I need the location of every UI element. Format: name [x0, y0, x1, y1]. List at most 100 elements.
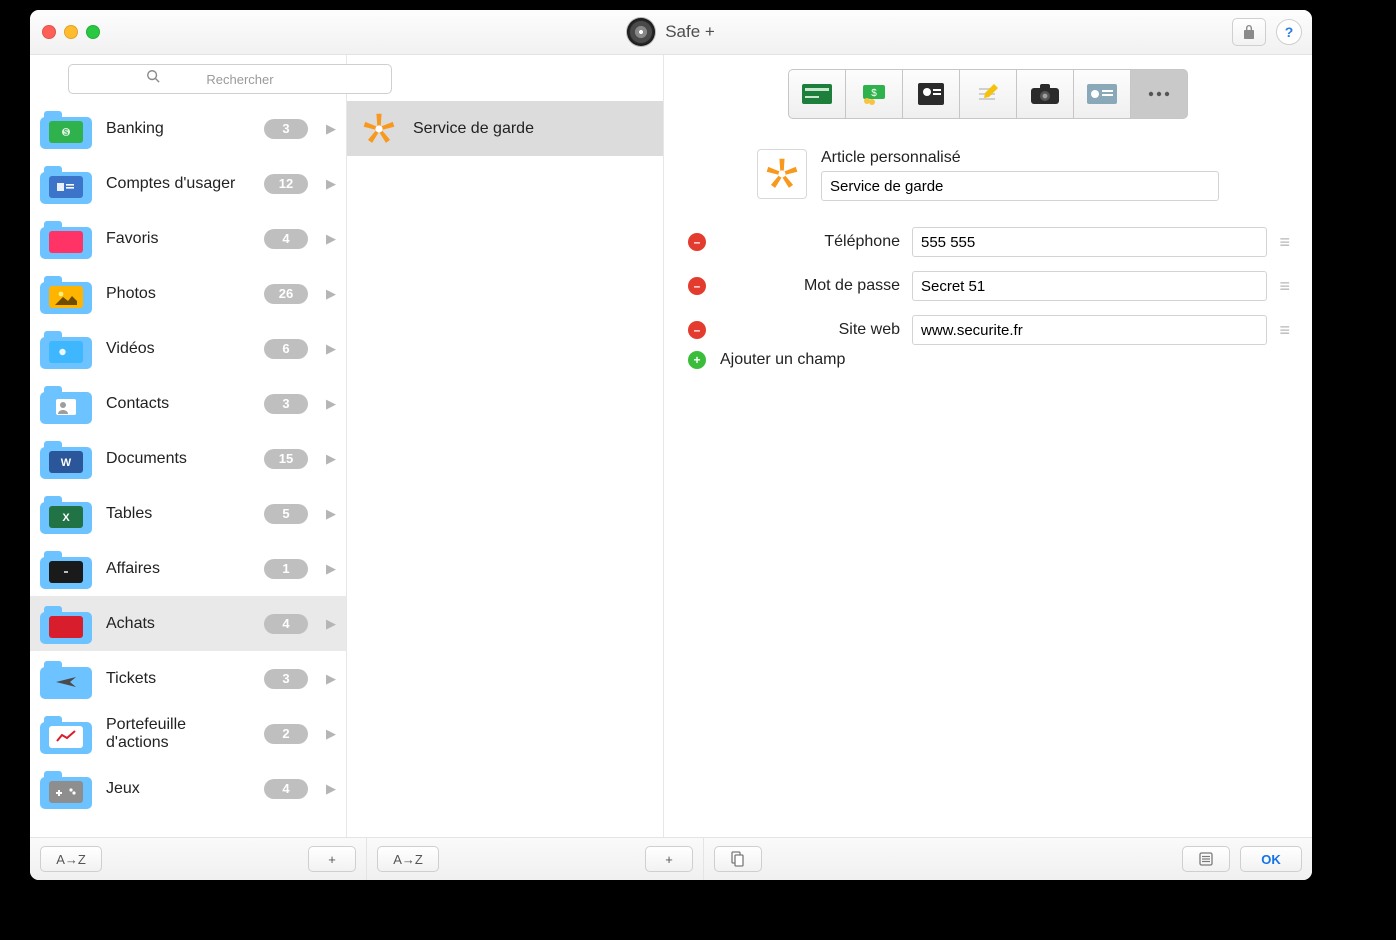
- sidebar-item-count: 3: [264, 119, 308, 139]
- credit-card-icon: [802, 84, 832, 104]
- folder-icon: [40, 164, 92, 204]
- entry-type-label: Article personnalisé: [821, 149, 1219, 167]
- more-icon: [1147, 90, 1171, 98]
- close-window-button[interactable]: [42, 25, 56, 39]
- type-tab-bank[interactable]: $: [845, 69, 903, 119]
- svg-text:W: W: [61, 457, 72, 469]
- sidebar-item-shopping[interactable]: Achats 4 ▶: [30, 596, 346, 651]
- sidebar-add-button[interactable]: +: [308, 846, 356, 872]
- sidebar-item-portfolio[interactable]: Portefeuille d'actions 2 ▶: [30, 706, 346, 761]
- folder-icon: [40, 769, 92, 809]
- field-value-input[interactable]: [912, 315, 1267, 345]
- id-icon: [1087, 84, 1117, 104]
- list-add-button[interactable]: +: [645, 846, 693, 872]
- drag-handle-icon[interactable]: ≡: [1279, 320, 1288, 341]
- sidebar-item-label: Photos: [106, 285, 250, 303]
- sidebar-sort-button[interactable]: A→Z: [40, 846, 102, 872]
- list-item[interactable]: Service de garde: [347, 101, 663, 156]
- add-field-button[interactable]: +: [688, 351, 706, 369]
- field-row: – Mot de passe ≡: [688, 271, 1288, 301]
- remove-field-button[interactable]: –: [688, 233, 706, 251]
- sidebar-item-count: 5: [264, 504, 308, 524]
- ok-button[interactable]: OK: [1240, 846, 1302, 872]
- sidebar-item-accounts[interactable]: Comptes d'usager 12 ▶: [30, 156, 346, 211]
- sidebar-item-videos[interactable]: Vidéos 6 ▶: [30, 321, 346, 376]
- type-tab-note[interactable]: [959, 69, 1017, 119]
- list-item-label: Service de garde: [413, 120, 534, 138]
- folder-icon: [40, 604, 92, 644]
- entry-title-input[interactable]: [821, 171, 1219, 201]
- type-tab-card[interactable]: [788, 69, 846, 119]
- sidebar-item-tickets[interactable]: Tickets 3 ▶: [30, 651, 346, 706]
- folder-icon: [40, 329, 92, 369]
- chevron-right-icon: ▶: [326, 561, 336, 577]
- sidebar-item-count: 4: [264, 779, 308, 799]
- field-row: – Téléphone ≡: [688, 227, 1288, 257]
- sidebar-item-photos[interactable]: Photos 26 ▶: [30, 266, 346, 321]
- sidebar-item-label: Documents: [106, 450, 250, 468]
- sidebar-item-contacts[interactable]: Contacts 3 ▶: [30, 376, 346, 431]
- folder-icon: [40, 659, 92, 699]
- app-window: Safe + ? $: [30, 10, 1312, 880]
- list-sort-button[interactable]: A→Z: [377, 846, 439, 872]
- sidebar-item-label: Comptes d'usager: [106, 175, 250, 193]
- sidebar-item-label: Affaires: [106, 560, 250, 578]
- sidebar-item-count: 3: [264, 394, 308, 414]
- folder-icon: [40, 714, 92, 754]
- field-row: – Site web ≡: [688, 315, 1288, 345]
- sidebar-item-count: 26: [264, 284, 308, 304]
- type-tab-license[interactable]: [1073, 69, 1131, 119]
- field-value-input[interactable]: [912, 271, 1267, 301]
- plus-icon: +: [665, 852, 673, 867]
- zoom-window-button[interactable]: [86, 25, 100, 39]
- chevron-right-icon: ▶: [326, 781, 336, 797]
- sidebar-item-count: 4: [264, 229, 308, 249]
- chevron-right-icon: ▶: [326, 506, 336, 522]
- sidebar-item-count: 4: [264, 614, 308, 634]
- copy-button[interactable]: [714, 846, 762, 872]
- type-tab-custom[interactable]: [1130, 69, 1188, 119]
- drag-handle-icon[interactable]: ≡: [1279, 232, 1288, 253]
- svg-text:$: $: [64, 128, 69, 137]
- type-tab-contact[interactable]: [902, 69, 960, 119]
- sort-az-label: A→Z: [393, 852, 423, 867]
- sidebar-item-business[interactable]: Affaires 1 ▶: [30, 541, 346, 596]
- entry-icon[interactable]: [757, 149, 807, 199]
- title-center: Safe +: [30, 18, 1312, 46]
- form-view-button[interactable]: [1182, 846, 1230, 872]
- folder-icon: [40, 219, 92, 259]
- type-tab-camera[interactable]: [1016, 69, 1074, 119]
- bottom-toolbar: A→Z + A→Z + OK: [30, 837, 1312, 880]
- svg-text:X: X: [62, 512, 70, 524]
- drag-handle-icon[interactable]: ≡: [1279, 276, 1288, 297]
- sidebar-item-label: Vidéos: [106, 340, 250, 358]
- note-icon: [976, 82, 1000, 106]
- sidebar-item-documents[interactable]: W Documents 15 ▶: [30, 431, 346, 486]
- field-label: Mot de passe: [718, 277, 900, 295]
- minimize-window-button[interactable]: [64, 25, 78, 39]
- lock-button[interactable]: [1232, 18, 1266, 46]
- folder-icon: [40, 274, 92, 314]
- sidebar-item-banking[interactable]: $ Banking 3 ▶: [30, 101, 346, 156]
- chevron-right-icon: ▶: [326, 396, 336, 412]
- chevron-right-icon: ▶: [326, 121, 336, 137]
- sidebar-item-label: Tables: [106, 505, 250, 523]
- sidebar-item-tables[interactable]: X Tables 5 ▶: [30, 486, 346, 541]
- sidebar-item-label: Banking: [106, 120, 250, 138]
- titlebar: Safe + ?: [30, 10, 1312, 55]
- field-value-input[interactable]: [912, 227, 1267, 257]
- search-input[interactable]: [68, 64, 392, 94]
- chevron-right-icon: ▶: [326, 671, 336, 687]
- help-icon: ?: [1285, 24, 1294, 40]
- sidebar-item-games[interactable]: Jeux 4 ▶: [30, 761, 346, 816]
- help-button[interactable]: ?: [1276, 19, 1302, 45]
- detail-pane: $: [664, 55, 1312, 837]
- add-field-label: Ajouter un champ: [720, 351, 845, 369]
- sidebar-item-label: Portefeuille d'actions: [106, 716, 250, 752]
- sidebar-item-count: 1: [264, 559, 308, 579]
- sidebar-item-favorites[interactable]: Favoris 4 ▶: [30, 211, 346, 266]
- camera-icon: [1031, 84, 1059, 104]
- svg-text:$: $: [871, 88, 877, 99]
- remove-field-button[interactable]: –: [688, 321, 706, 339]
- remove-field-button[interactable]: –: [688, 277, 706, 295]
